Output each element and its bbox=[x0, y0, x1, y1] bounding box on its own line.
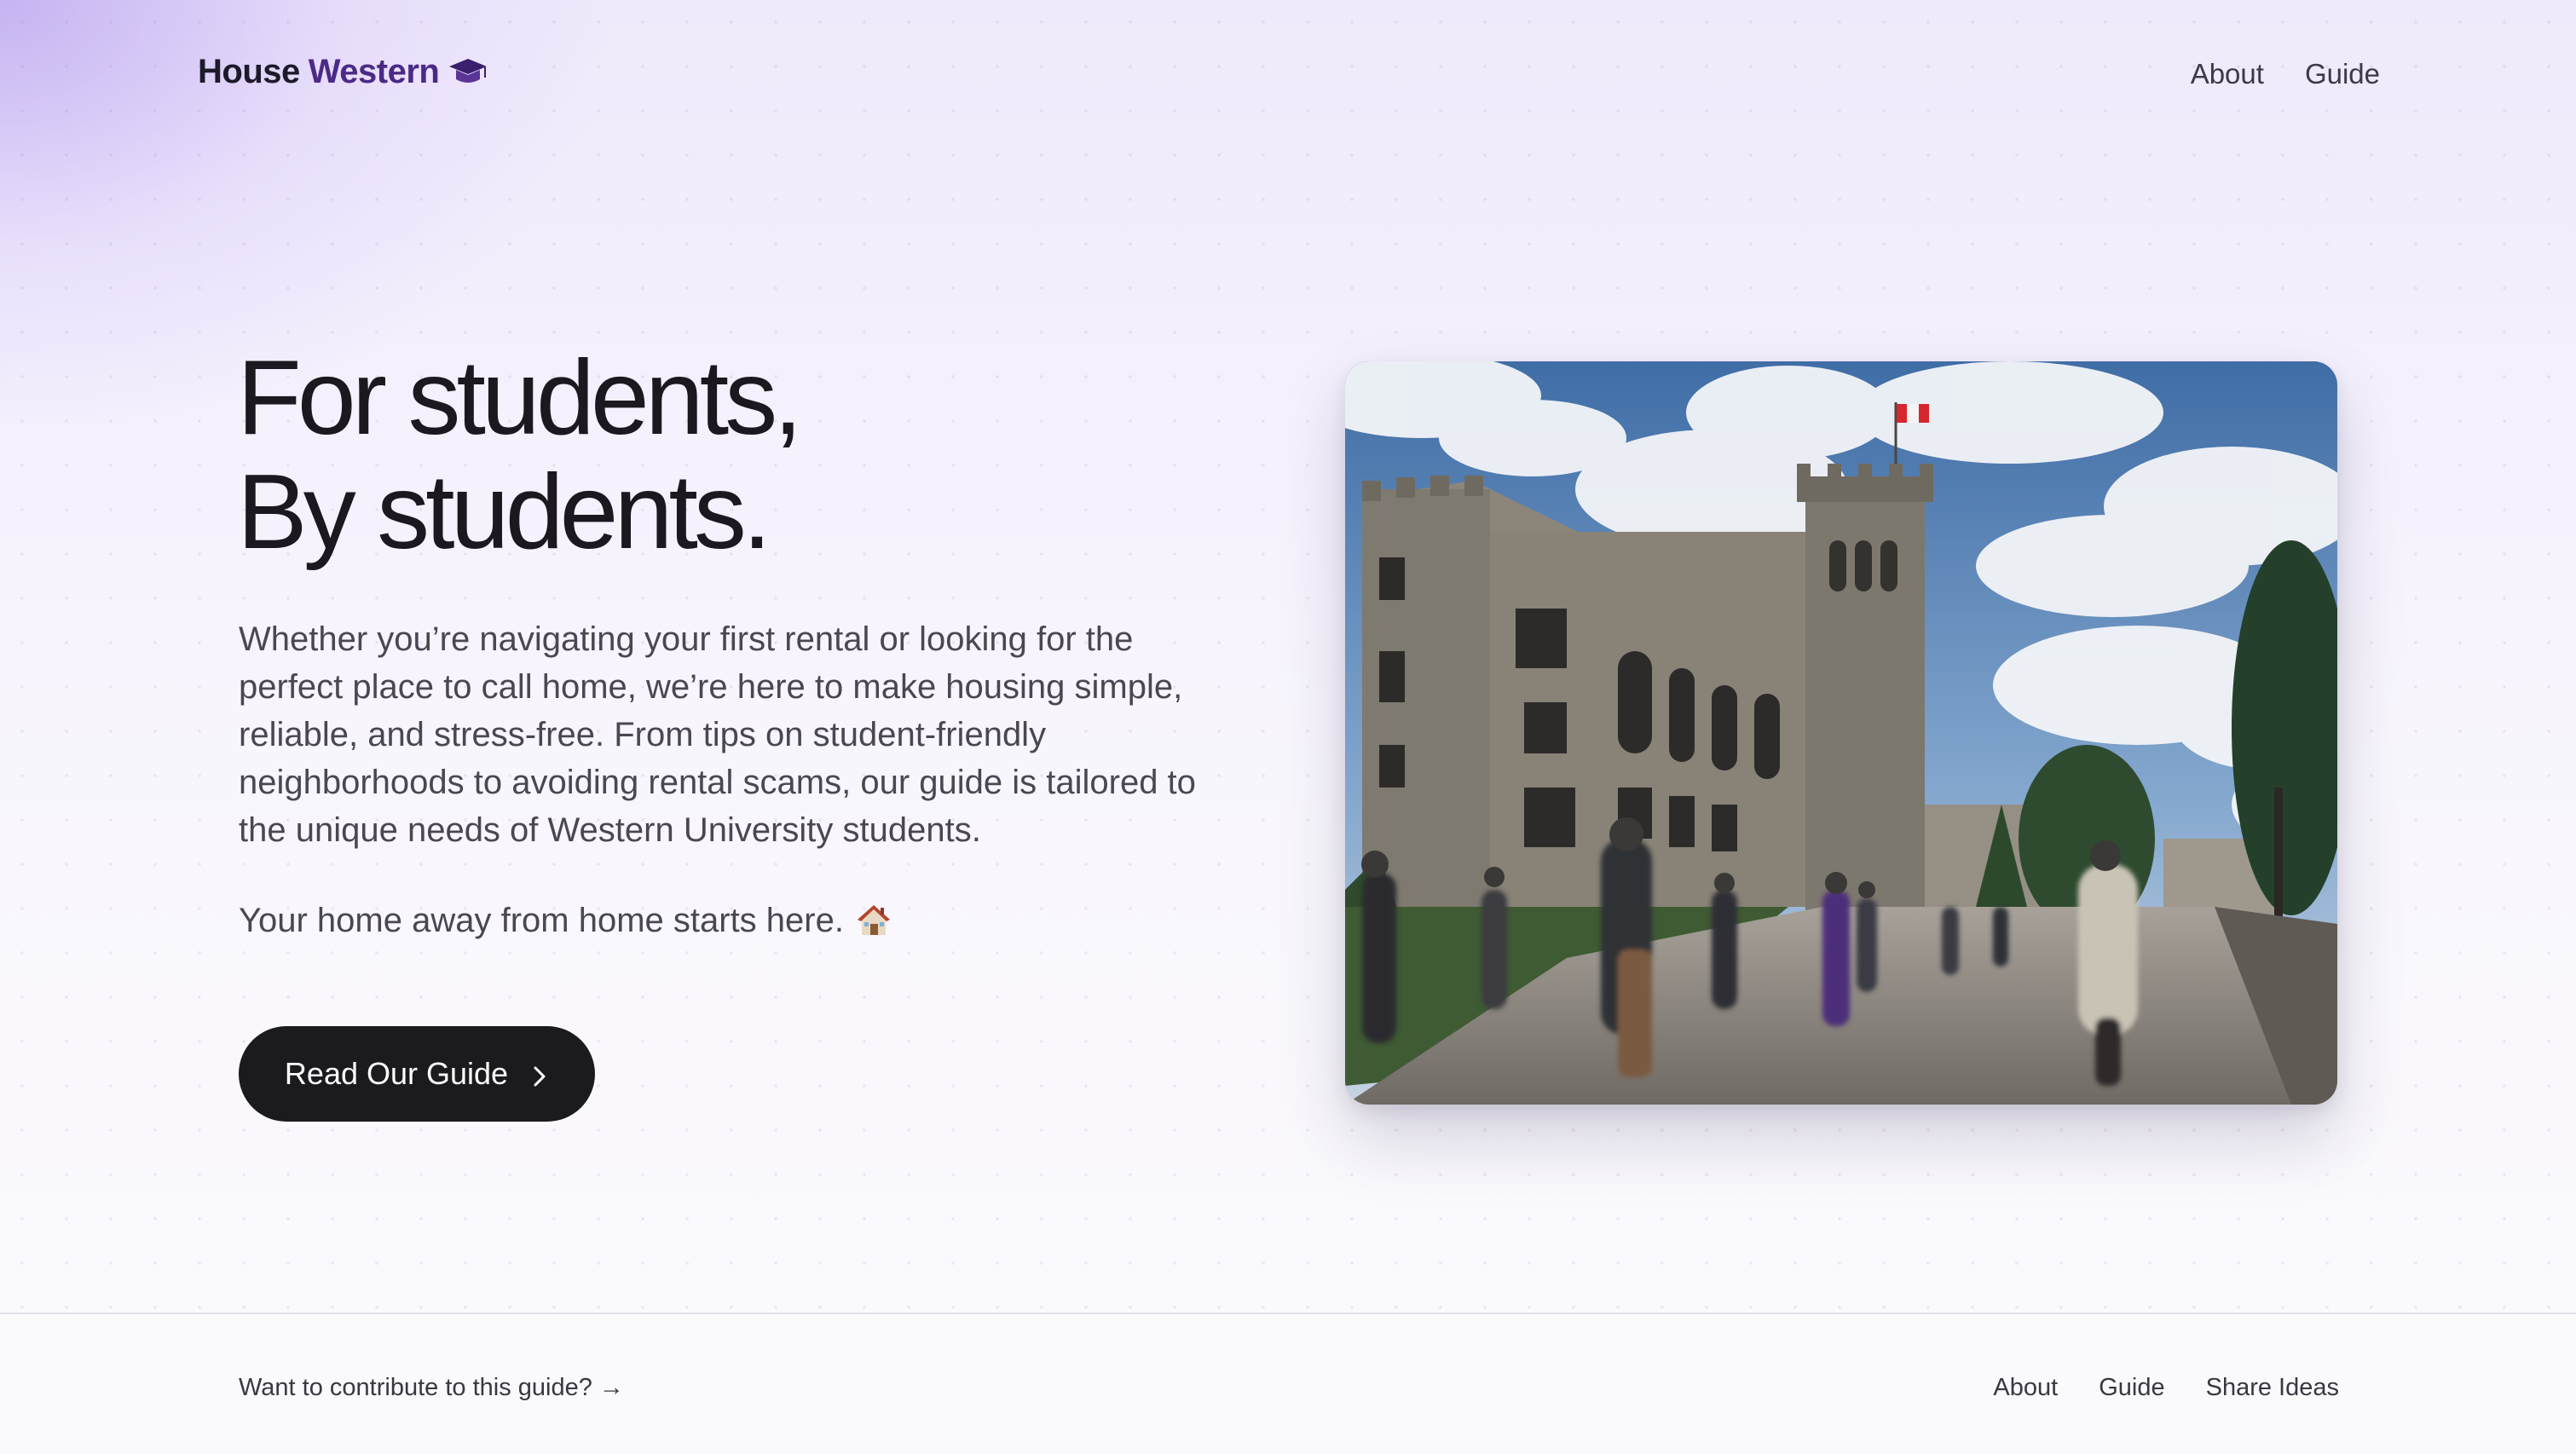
footer-about-link[interactable]: About bbox=[1993, 1374, 2058, 1402]
read-guide-button-label: Read Our Guide bbox=[284, 1056, 509, 1091]
nav-about-link[interactable]: About bbox=[2191, 58, 2264, 90]
hero-intro-text: Whether you’re navigating your first ren… bbox=[239, 620, 1196, 849]
footer-guide-link[interactable]: Guide bbox=[2099, 1374, 2164, 1402]
house-icon bbox=[856, 903, 892, 938]
tagline-text: Your home away from home starts here. bbox=[239, 902, 844, 939]
chevron-right-icon bbox=[530, 1061, 549, 1087]
graduation-cap-icon bbox=[448, 55, 488, 89]
nav-guide-link[interactable]: Guide bbox=[2305, 58, 2380, 90]
footer-share-ideas-link[interactable]: Share Ideas bbox=[2206, 1374, 2339, 1402]
headline-line-1: For students, bbox=[237, 339, 803, 457]
hero-tagline: Your home away from home starts here. bbox=[239, 897, 892, 944]
logo-text-house: House bbox=[198, 53, 300, 90]
site-logo[interactable]: House Western bbox=[198, 53, 488, 91]
site-footer: Want to contribute to this guide? → Abou… bbox=[0, 1313, 2576, 1454]
hero-headline: For students, By students. bbox=[237, 339, 803, 571]
footer-links: About Guide Share Ideas bbox=[1993, 1374, 2339, 1402]
top-nav: About Guide bbox=[2191, 58, 2380, 90]
logo-text-western: Western bbox=[308, 53, 440, 90]
headline-line-2: By students. bbox=[237, 453, 771, 571]
campus-photo bbox=[1345, 361, 2337, 1105]
contribute-link[interactable]: Want to contribute to this guide? → bbox=[239, 1374, 624, 1402]
read-guide-button[interactable]: Read Our Guide bbox=[239, 1026, 595, 1122]
